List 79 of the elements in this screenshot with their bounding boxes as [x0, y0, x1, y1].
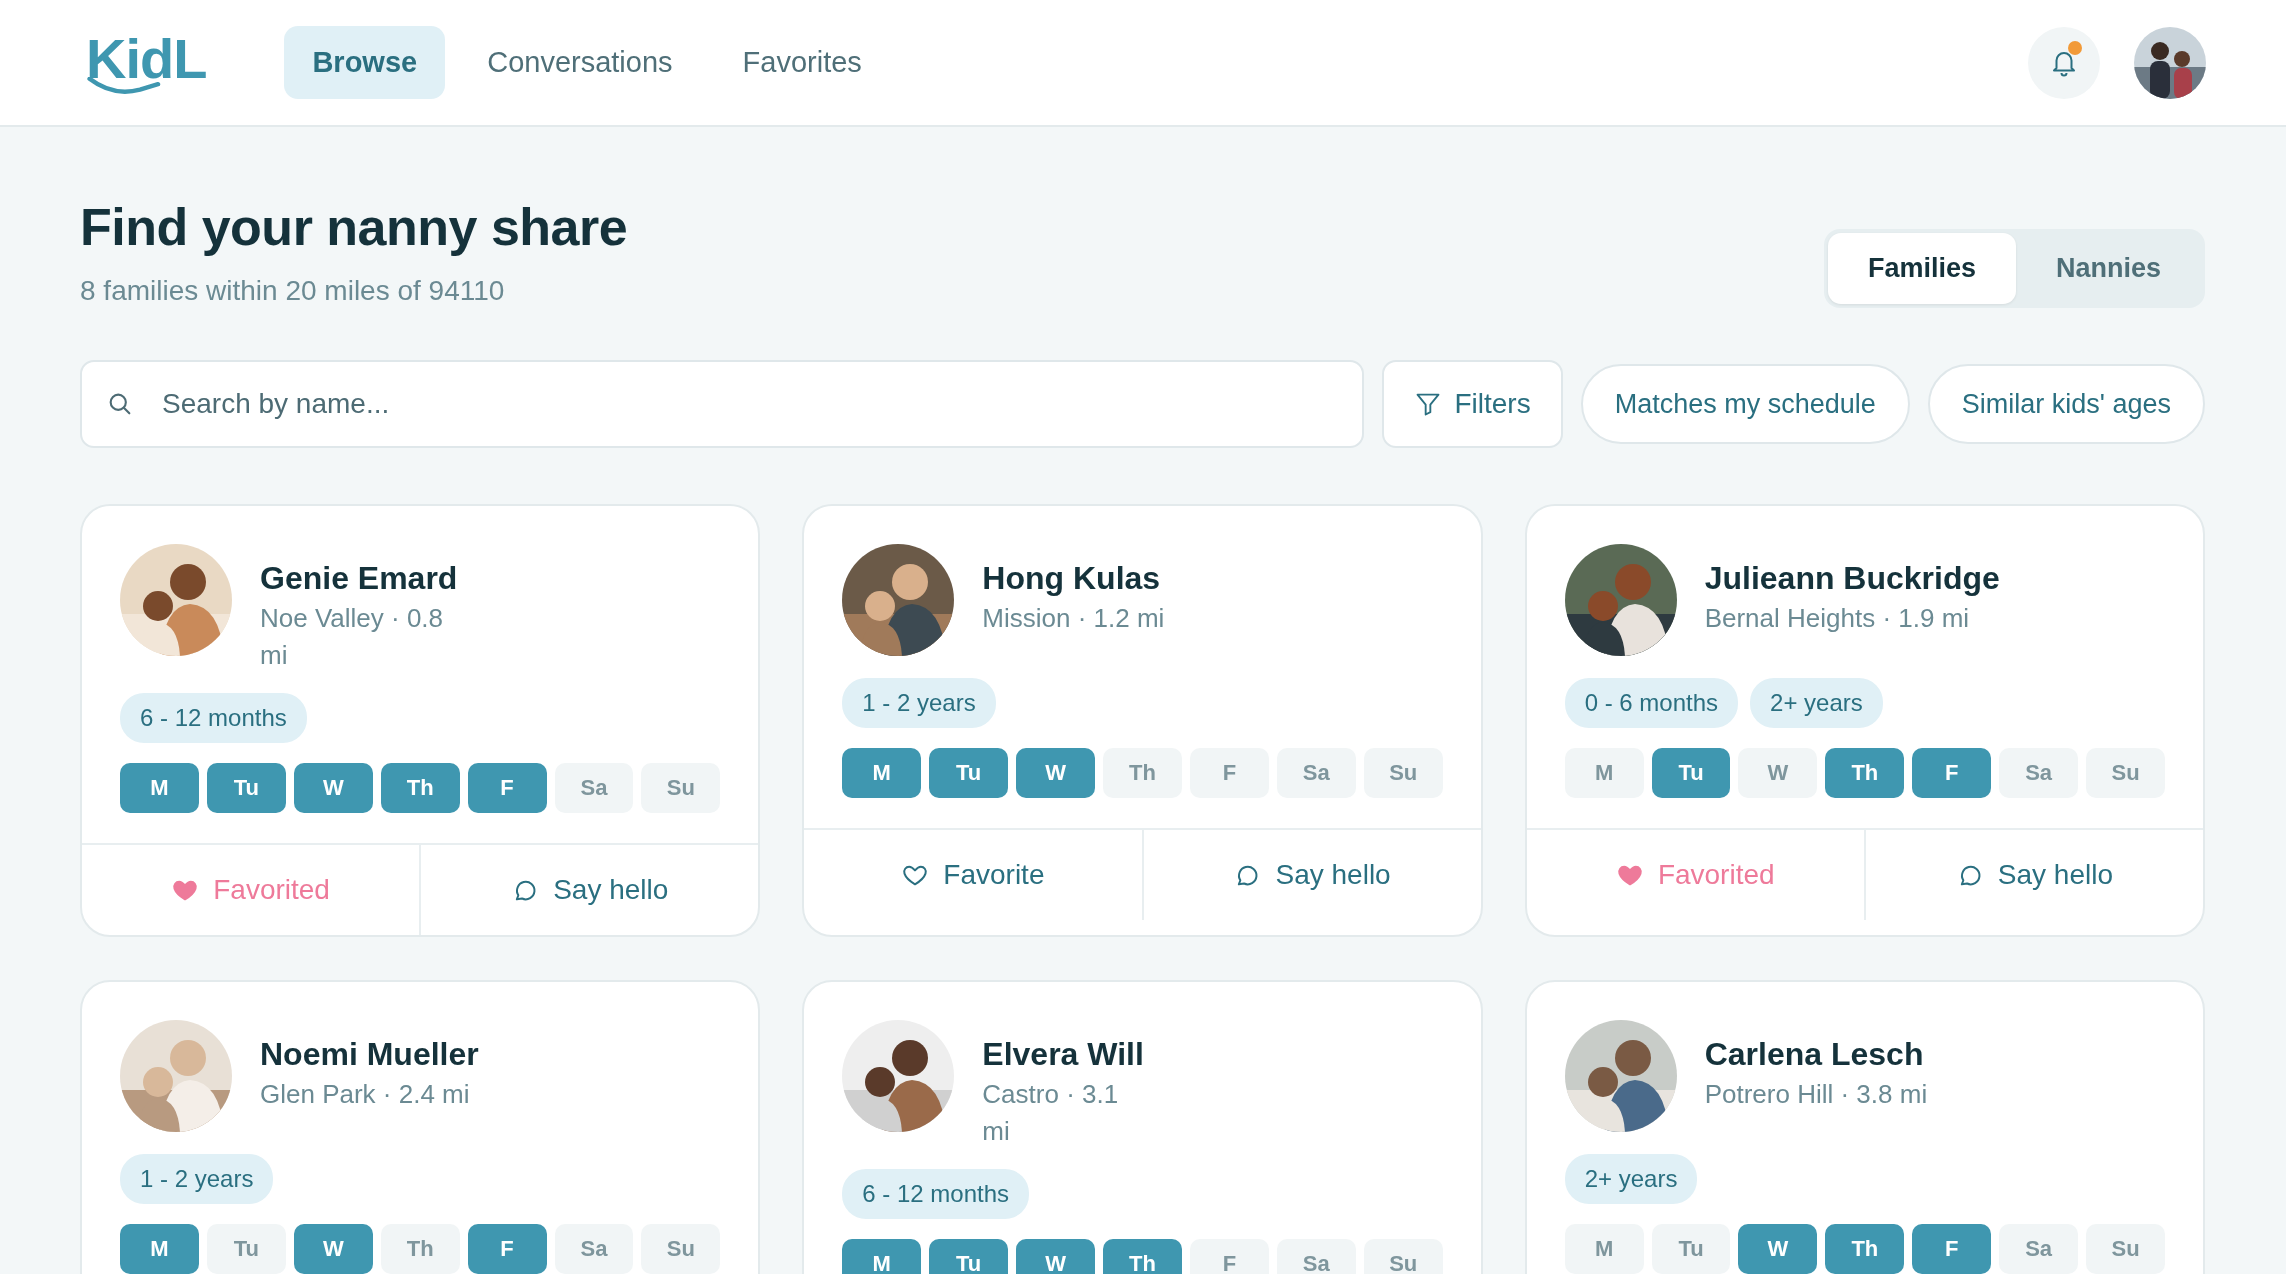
day-indicator: Su — [2086, 1224, 2165, 1274]
say-hello-button[interactable]: Say hello — [1143, 830, 1481, 920]
day-indicator: F — [467, 763, 547, 813]
day-indicator: M — [1564, 1224, 1644, 1274]
day-indicator: W — [293, 763, 373, 813]
family-name: Noemi Mueller — [260, 1036, 479, 1073]
page-title: Find your nanny share — [80, 197, 628, 257]
day-indicator: M — [120, 763, 199, 813]
day-indicator: M — [842, 1239, 922, 1274]
day-indicator: Sa — [554, 1224, 634, 1274]
day-indicator: Su — [641, 1224, 721, 1274]
day-indicator: F — [1912, 1224, 1992, 1274]
day-indicator: W — [293, 1224, 373, 1274]
day-indicator: F — [1189, 1239, 1269, 1274]
age-tag: 2+ years — [1750, 678, 1883, 728]
day-indicator: Sa — [1999, 748, 2079, 798]
location-text: Mission · 1.2 mi — [982, 603, 1165, 634]
location-text: Castro · 3.1 — [982, 1079, 1120, 1110]
family-name: Elvera Will — [982, 1036, 1144, 1073]
age-tag: 1 - 2 years — [842, 678, 996, 728]
age-tag: 2+ years — [1564, 1154, 1698, 1204]
segment-tab[interactable]: Nannies — [2015, 233, 2201, 304]
age-tag: 6 - 12 months — [120, 693, 307, 743]
day-indicator: W — [1016, 748, 1096, 798]
day-indicator: Sa — [1999, 1224, 2079, 1274]
nav-tab[interactable]: Favorites — [714, 26, 890, 99]
filter-chip[interactable]: Similar kids' ages — [1927, 364, 2205, 444]
search-field[interactable]: Search by name... — [80, 360, 1365, 448]
day-indicator: Th — [1825, 748, 1905, 798]
say-hello-button[interactable]: Say hello — [1865, 830, 2203, 920]
location-text: Bernal Heights · 1.9 mi — [1704, 603, 1971, 634]
day-indicator: F — [1189, 748, 1269, 798]
day-indicator: Su — [1363, 1239, 1443, 1274]
day-indicator: Sa — [1276, 748, 1356, 798]
day-indicator: Th — [380, 763, 460, 813]
location-text: Potrero Hill · 3.8 mi — [1704, 1079, 1928, 1110]
nav-tab[interactable]: Conversations — [459, 26, 701, 99]
day-indicator: Tu — [929, 1239, 1009, 1274]
location-text: mi — [982, 1116, 1011, 1147]
say-hello-button[interactable]: Say hello — [421, 845, 759, 935]
day-indicator: W — [1016, 1239, 1096, 1274]
day-indicator: Tu — [206, 1224, 286, 1274]
day-indicator: Th — [1825, 1224, 1905, 1274]
filter-chip[interactable]: Matches my schedule — [1580, 364, 1910, 444]
favorite-button[interactable]: Favorite — [804, 830, 1144, 920]
day-indicator: Su — [1363, 748, 1443, 798]
day-indicator: Th — [380, 1224, 460, 1274]
day-indicator: Tu — [929, 748, 1009, 798]
day-indicator: F — [467, 1224, 547, 1274]
filters-button[interactable]: Filters — [1382, 360, 1563, 448]
day-indicator: M — [842, 748, 922, 798]
nav-tab[interactable]: Browse — [284, 26, 446, 99]
day-indicator: Su — [641, 763, 721, 813]
day-indicator: W — [1738, 748, 1818, 798]
day-indicator: Th — [1103, 748, 1182, 798]
family-name: Genie Emard — [260, 560, 458, 597]
location-text: mi — [260, 640, 289, 671]
day-indicator: Sa — [554, 763, 634, 813]
day-indicator: F — [1912, 748, 1992, 798]
day-indicator: Su — [2086, 748, 2165, 798]
day-indicator: M — [120, 1224, 199, 1274]
family-name: Hong Kulas — [982, 560, 1162, 597]
family-name: Carlena Lesch — [1704, 1036, 1925, 1073]
age-tag: 0 - 6 months — [1564, 678, 1739, 728]
results-summary: 8 families within 20 miles of 94110 — [80, 275, 506, 307]
location-text: Noe Valley · 0.8 — [260, 603, 445, 634]
day-indicator: W — [1738, 1224, 1818, 1274]
day-indicator: Th — [1103, 1239, 1182, 1274]
location-text: Glen Park · 2.4 mi — [260, 1079, 471, 1110]
day-indicator: Tu — [1651, 748, 1731, 798]
segment-tab[interactable]: Families — [1827, 233, 2016, 304]
day-indicator: Tu — [206, 763, 286, 813]
logo[interactable]: KidL — [86, 30, 207, 95]
day-indicator: Sa — [1276, 1239, 1356, 1274]
age-tag: 1 - 2 years — [120, 1154, 274, 1204]
age-tag: 6 - 12 months — [842, 1169, 1030, 1219]
family-name: Julieann Buckridge — [1704, 560, 2000, 597]
day-indicator: M — [1564, 748, 1644, 798]
day-indicator: Tu — [1651, 1224, 1731, 1274]
